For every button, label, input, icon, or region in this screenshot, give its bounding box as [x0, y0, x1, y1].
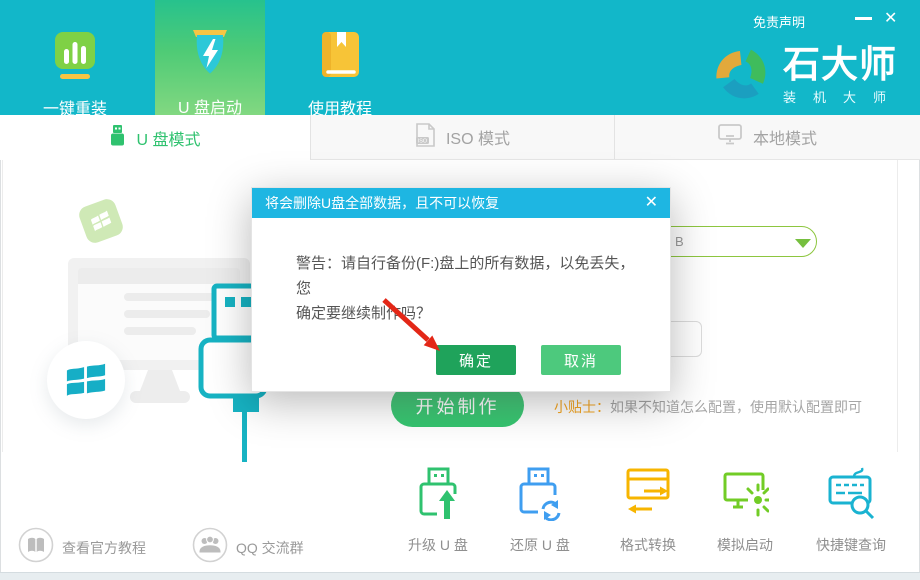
window-left-edge — [0, 115, 1, 573]
nav-item-one-key-reinstall[interactable]: 一键重装 — [20, 0, 130, 115]
pinwheel-logo-icon — [711, 45, 775, 108]
tab-usb-mode[interactable]: U 盘模式 — [0, 115, 310, 160]
user-group-icon — [192, 527, 228, 568]
app-header: 一键重装 U 盘启动 使用教程 免责声明 ✕ — [0, 0, 920, 115]
monitor-stand — [140, 370, 180, 391]
confirm-button[interactable]: 确定 — [436, 345, 516, 375]
footer-link-label: 查看官方教程 — [62, 538, 146, 558]
usb-upgrade-icon — [414, 508, 462, 525]
tool-upgrade-usb[interactable]: 升级 U 盘 — [388, 467, 488, 555]
tool-simulate-boot[interactable]: 模拟启动 — [695, 467, 795, 555]
book-icon — [317, 31, 363, 86]
tool-label: 还原 U 盘 — [490, 535, 590, 555]
close-button[interactable]: ✕ — [884, 8, 897, 28]
dialog-titlebar: 将会删除U盘全部数据，且不可以恢复 ✕ — [252, 188, 670, 218]
qq-group-link[interactable]: QQ 交流群 — [192, 527, 304, 568]
shield-bolt-icon — [187, 28, 233, 85]
simulate-boot-icon — [721, 508, 769, 525]
window-bottom-strip — [0, 572, 920, 580]
hotkey-search-icon — [827, 508, 875, 525]
tab-iso-mode[interactable]: ISO ISO 模式 — [310, 115, 615, 160]
dialog-message-line2: 确定要继续制作吗？ — [296, 301, 646, 326]
footer-link-label: QQ 交流群 — [236, 538, 304, 558]
tip-text: 如果不知道怎么配置，使用默认配置即可 — [610, 399, 862, 415]
bar-chart-icon — [52, 31, 98, 86]
usb-device-select-value: B — [675, 234, 684, 249]
usb-drive-icon — [109, 125, 126, 151]
tab-local-mode[interactable]: 本地模式 — [615, 115, 920, 160]
mode-tabbar: U 盘模式 ISO ISO 模式 本地模式 — [0, 115, 920, 160]
dialog-close-icon[interactable]: ✕ — [645, 188, 658, 218]
dialog-message-line1: 警告：请自行备份(F:)盘上的所有数据，以免丢失，您 — [296, 251, 646, 301]
cancel-button[interactable]: 取消 — [541, 345, 621, 375]
tab-label: ISO 模式 — [446, 125, 510, 149]
svg-text:ISO: ISO — [418, 138, 427, 144]
nav-item-tutorial[interactable]: 使用教程 — [285, 0, 395, 115]
dialog-title: 将会删除U盘全部数据，且不可以恢复 — [265, 193, 499, 213]
tip-label: 小贴士： — [554, 399, 610, 415]
brand-logo: 石大师 装机大师 — [711, 45, 903, 108]
nav-item-label: U 盘启动 — [178, 94, 242, 118]
format-convert-icon — [624, 508, 672, 525]
tab-label: U 盘模式 — [136, 126, 200, 150]
warning-dialog: 将会删除U盘全部数据，且不可以恢复 ✕ 警告：请自行备份(F:)盘上的所有数据，… — [251, 187, 671, 392]
tool-format-convert[interactable]: 格式转换 — [598, 467, 698, 555]
usb-restore-icon — [516, 508, 564, 525]
dialog-message: 警告：请自行备份(F:)盘上的所有数据，以免丢失，您 确定要继续制作吗？ — [296, 251, 646, 326]
windows-tile-decoration — [77, 197, 126, 246]
iso-file-icon: ISO — [415, 123, 436, 152]
tool-label: 格式转换 — [598, 535, 698, 555]
panel-right-border — [897, 160, 898, 452]
open-book-icon — [18, 527, 54, 568]
brand-name: 石大师 — [783, 45, 903, 85]
tool-restore-usb[interactable]: 还原 U 盘 — [490, 467, 590, 555]
nav-item-usb-boot[interactable]: U 盘启动 — [155, 0, 265, 115]
monitor-base — [130, 391, 190, 403]
tool-label: 升级 U 盘 — [388, 535, 488, 555]
tab-label: 本地模式 — [753, 125, 817, 149]
tip-line: 小贴士：如果不知道怎么配置，使用默认配置即可 — [554, 397, 862, 417]
tool-label: 模拟启动 — [695, 535, 795, 555]
nav-item-label: 一键重装 — [43, 95, 107, 119]
monitor-icon — [718, 124, 743, 150]
brand-subtitle: 装机大师 — [783, 87, 903, 106]
chevron-down-icon — [795, 239, 811, 248]
windows-logo-badge — [47, 341, 125, 419]
disclaimer-link[interactable]: 免责声明 — [753, 12, 805, 31]
official-tutorial-link[interactable]: 查看官方教程 — [18, 527, 146, 568]
tool-label: 快捷键查询 — [801, 535, 901, 555]
tool-hotkey-search[interactable]: 快捷键查询 — [801, 467, 901, 555]
minimize-button[interactable] — [855, 17, 872, 20]
panel-left-border — [2, 160, 3, 452]
nav-item-label: 使用教程 — [308, 95, 372, 119]
